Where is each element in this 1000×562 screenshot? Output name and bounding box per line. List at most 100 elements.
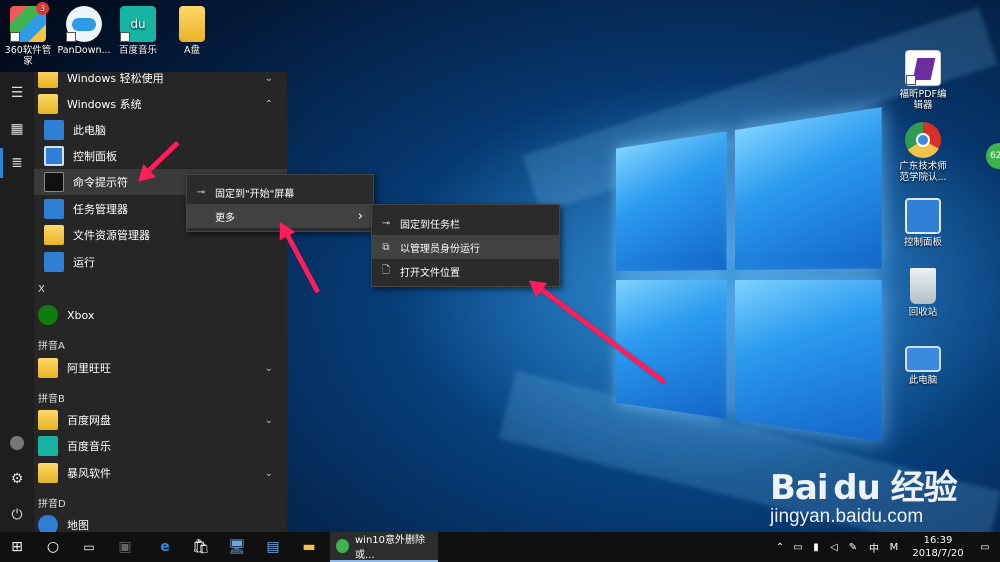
desktop-icon-360[interactable]: 3 360软件管家 xyxy=(0,2,56,67)
app-icon-gray[interactable]: ▣ xyxy=(108,532,142,562)
app-label: Windows 系统 xyxy=(67,98,142,111)
store-icon[interactable]: 🛍 xyxy=(184,532,218,562)
app-item-windows-accessibility[interactable]: Windows 轻松使用 ⌄ xyxy=(34,72,287,91)
chevron-right-icon: › xyxy=(357,208,363,224)
power-icon[interactable]: ⏻ xyxy=(0,500,34,530)
action-center-icon[interactable]: ▭ xyxy=(974,532,996,562)
chevron-up-icon[interactable]: ⌃ xyxy=(771,532,789,562)
chrome-like-icon xyxy=(905,122,941,158)
start-menu-rail: ☰ ▦ ≣ ⚙ ⏻ xyxy=(0,72,34,532)
desktop-icon-label: 此电脑 xyxy=(908,375,938,386)
watermark-brand: Bai du 经验 xyxy=(770,468,958,508)
group-header-pinyin-a[interactable]: 拼音A xyxy=(38,337,65,352)
desktop-icon-a-drive[interactable]: A盘 xyxy=(164,6,220,56)
app-label: Xbox xyxy=(67,308,95,322)
file-explorer-icon[interactable]: ▬ xyxy=(292,532,326,562)
taskbar: ⊞ ○ ▭ ▣ e 🛍 🖥 ▤ ▬ win10意外删除或... ⌃ ▭ ▮ ◁ … xyxy=(0,532,1000,562)
ime-mode-indicator[interactable]: M xyxy=(886,532,902,562)
desktop-icon-recycle-bin[interactable]: 回收站 xyxy=(895,268,951,318)
menu-item-label: 更多 xyxy=(215,212,235,224)
computer-icon[interactable]: 🖥 xyxy=(220,532,254,562)
app-item-run[interactable]: 运行 xyxy=(34,249,287,275)
pin-icon: ⊸ xyxy=(196,186,206,198)
cortana-icon[interactable]: ○ xyxy=(36,532,70,562)
app-item-maps[interactable]: 地图 xyxy=(34,512,287,532)
menu-item-pin-to-taskbar[interactable]: ⊸ 固定到任务栏 xyxy=(372,211,559,235)
cloud-icon xyxy=(66,6,102,42)
foxit-pdf-icon xyxy=(905,50,941,86)
menu-item-run-as-admin[interactable]: ⧉ 以管理员身份运行 xyxy=(372,235,559,259)
menu-item-pin-to-start[interactable]: ⊸ 固定到"开始"屏幕 xyxy=(187,180,373,204)
chevron-down-icon[interactable]: ⌄ xyxy=(265,415,273,426)
desktop-icon-foxit[interactable]: 福昕PDF编辑器 xyxy=(895,50,951,111)
user-avatar-icon[interactable] xyxy=(0,428,34,458)
admin-shield-icon: ⧉ xyxy=(382,241,390,253)
notification-chat-icon[interactable]: ▭ xyxy=(789,532,807,562)
start-button[interactable]: ⊞ xyxy=(0,532,34,562)
folder-icon xyxy=(38,94,58,114)
desktop-icon-gdjs[interactable]: 广东技术师范学院认... xyxy=(895,122,951,183)
volume-icon[interactable]: ◁ xyxy=(825,532,843,562)
app-label: 任务管理器 xyxy=(73,203,128,216)
cmd-icon xyxy=(44,172,64,192)
desktop-icon-label: PanDown... xyxy=(57,45,111,56)
chevron-down-icon[interactable]: ⌄ xyxy=(265,363,273,374)
all-apps-icon[interactable]: ≣ xyxy=(0,148,34,178)
app-label: Windows 轻松使用 xyxy=(67,72,164,85)
app-label: 控制面板 xyxy=(73,150,117,163)
app-item-xbox[interactable]: Xbox xyxy=(34,302,287,328)
ime-indicator[interactable]: 中 xyxy=(864,532,884,562)
desktop-icon-pandownload[interactable]: PanDown... xyxy=(56,6,112,56)
app-item-this-pc[interactable]: 此电脑 xyxy=(34,117,287,143)
app-item-baidu-netdisk[interactable]: 百度网盘 ⌄ xyxy=(34,407,287,433)
desktop-icon-baidu-music[interactable]: du 百度音乐 xyxy=(110,6,166,56)
edge-icon[interactable]: e xyxy=(148,532,182,562)
menu-item-label: 固定到任务栏 xyxy=(400,219,460,231)
app-item-aliwangwang[interactable]: 阿里旺旺 ⌄ xyxy=(34,355,287,381)
taskbar-app-win10-article[interactable]: win10意外删除或... xyxy=(330,532,438,562)
chevron-down-icon[interactable]: ⌄ xyxy=(265,468,273,479)
pen-icon[interactable]: ✎ xyxy=(843,532,863,562)
tiles-icon[interactable]: ▦ xyxy=(0,114,34,144)
menu-item-label: 固定到"开始"屏幕 xyxy=(215,188,295,200)
task-manager-icon xyxy=(44,199,64,219)
file-icon: 🗋 xyxy=(381,264,391,276)
desktop-icon-label: 控制面板 xyxy=(903,237,942,248)
folder-icon xyxy=(38,410,58,430)
battery-icon[interactable]: ▮ xyxy=(807,532,825,562)
clock-time: 16:39 xyxy=(923,535,953,546)
watermark-url: jingyan.baidu.com xyxy=(770,506,924,527)
desktop-icon-label: 回收站 xyxy=(908,307,938,318)
map-pin-icon xyxy=(38,515,58,532)
desktop-icon-control-panel[interactable]: 控制面板 xyxy=(895,198,951,248)
group-header-pinyin-b[interactable]: 拼音B xyxy=(38,390,65,405)
app-label: 阿里旺旺 xyxy=(67,362,111,375)
desktop-icon-this-pc[interactable]: 此电脑 xyxy=(895,340,951,386)
computer-icon xyxy=(905,346,941,372)
360-softmgr-icon: 3 xyxy=(10,2,49,42)
hamburger-icon[interactable]: ☰ xyxy=(0,78,34,108)
chevron-up-icon[interactable]: ⌃ xyxy=(265,99,273,110)
notification-badge: 3 xyxy=(36,2,49,15)
folder-icon xyxy=(179,6,205,42)
group-header-pinyin-d[interactable]: 拼音D xyxy=(38,495,66,510)
desktop-icon-label: 百度音乐 xyxy=(118,45,157,56)
recycle-bin-icon xyxy=(910,268,936,304)
pin-icon: ⊸ xyxy=(381,217,391,229)
clock-date: 2018/7/20 xyxy=(912,548,964,559)
chevron-down-icon[interactable]: ⌄ xyxy=(265,73,273,84)
xbox-icon xyxy=(38,305,58,325)
settings-gear-icon[interactable]: ⚙ xyxy=(0,464,34,494)
clock[interactable]: 16:39 2018/7/20 xyxy=(908,534,968,560)
app-item-windows-system[interactable]: Windows 系统 ⌃ xyxy=(34,91,287,117)
app-item-baofeng[interactable]: 暴风软件 ⌄ xyxy=(34,460,287,486)
run-icon xyxy=(44,252,64,272)
folder-icon xyxy=(38,72,58,88)
control-panel-icon xyxy=(44,146,64,166)
app-item-baidu-music[interactable]: 百度音乐 xyxy=(34,433,287,459)
baidu-jingyan-watermark: Bai du 经验 jingyan.baidu.com xyxy=(770,460,958,527)
group-header-x[interactable]: X xyxy=(38,284,45,295)
task-view-icon[interactable]: ▭ xyxy=(72,532,106,562)
control-panel-icon[interactable]: ▤ xyxy=(256,532,290,562)
control-panel-icon xyxy=(905,198,941,234)
